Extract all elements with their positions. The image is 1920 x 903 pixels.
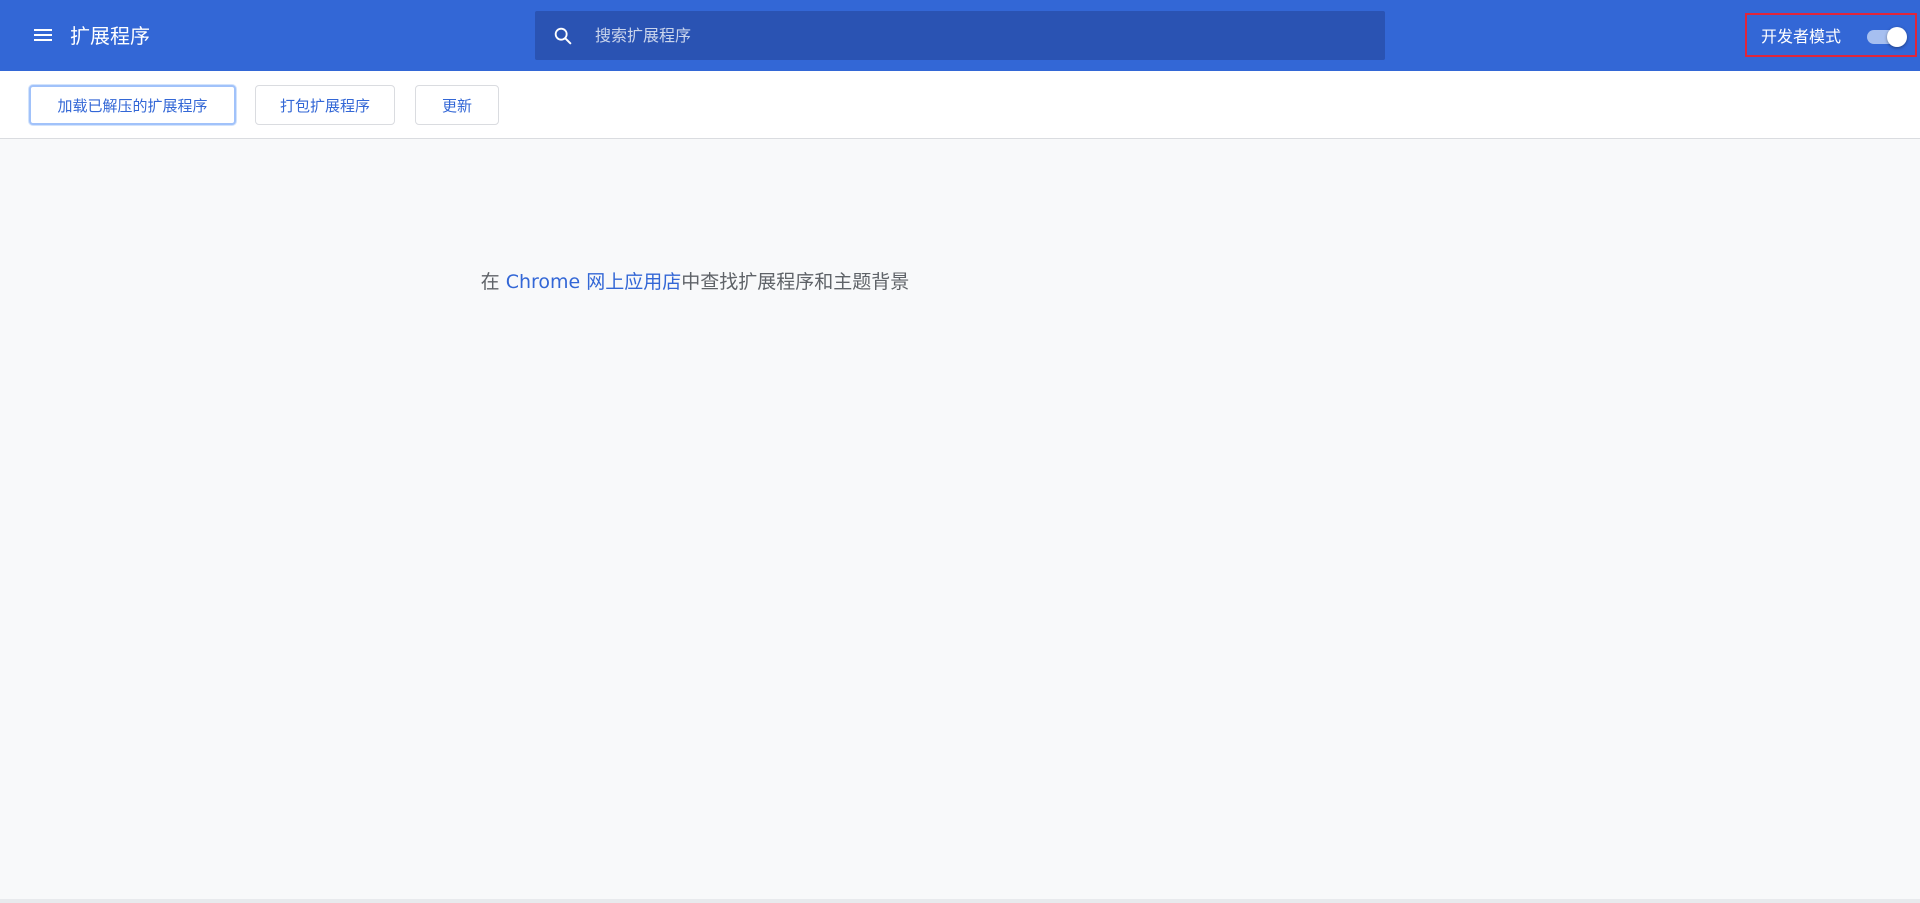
bottom-border — [0, 899, 1920, 903]
empty-state-suffix: 中查找扩展程序和主题背景 — [681, 271, 910, 293]
empty-state-prefix: 在 — [480, 271, 506, 293]
developer-mode-toggle[interactable] — [1867, 27, 1907, 47]
developer-toolbar: 加载已解压的扩展程序 打包扩展程序 更新 — [0, 71, 1920, 139]
developer-mode-label: 开发者模式 — [1761, 27, 1842, 46]
load-unpacked-button[interactable]: 加载已解压的扩展程序 — [29, 85, 236, 125]
search-input[interactable] — [593, 11, 1385, 60]
extensions-content: 在 Chrome 网上应用店中查找扩展程序和主题背景 — [0, 139, 1920, 903]
pack-extension-button[interactable]: 打包扩展程序 — [255, 85, 395, 125]
page-title: 扩展程序 — [70, 24, 150, 48]
web-store-link[interactable]: Chrome 网上应用店 — [506, 271, 682, 293]
toggle-knob — [1887, 27, 1907, 47]
menu-button[interactable] — [24, 16, 62, 54]
empty-state-message: 在 Chrome 网上应用店中查找扩展程序和主题背景 — [0, 267, 1390, 294]
update-button[interactable]: 更新 — [415, 85, 499, 125]
search-icon — [551, 24, 575, 48]
developer-mode-control: 开发者模式 — [1745, 13, 1917, 57]
hamburger-menu-icon — [34, 29, 52, 41]
search-box[interactable] — [535, 11, 1385, 60]
app-header: 扩展程序 开发者模式 — [0, 0, 1920, 71]
